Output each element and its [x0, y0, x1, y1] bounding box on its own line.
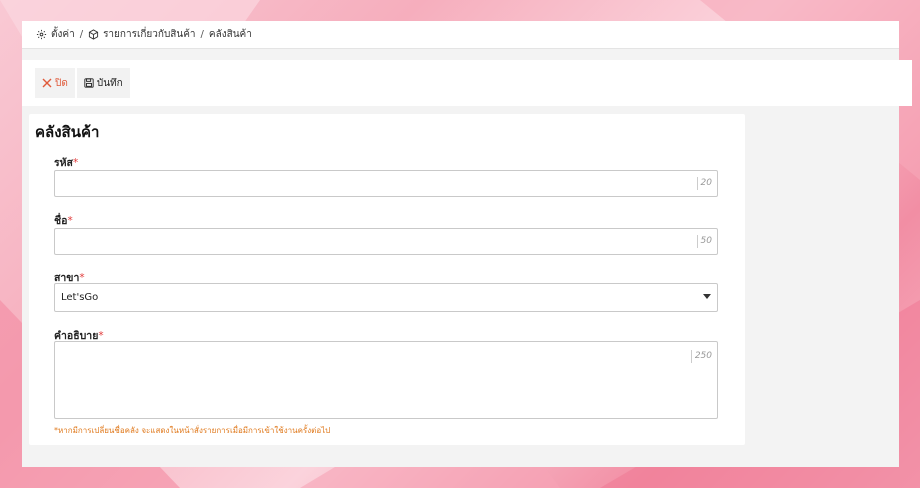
- code-label: รหัส*: [54, 154, 78, 171]
- name-input[interactable]: [55, 229, 675, 254]
- required-marker: *: [72, 157, 79, 169]
- required-marker: *: [67, 215, 73, 227]
- breadcrumb: ตั้งค่า / รายการเกี่ยวกับสินค้า / คลังสิ…: [22, 21, 899, 49]
- code-label-text: รหัส: [54, 157, 73, 169]
- code-field[interactable]: 20: [54, 170, 718, 197]
- floppy-disk-icon: [84, 78, 94, 88]
- toolbar: ปิด บันทึก: [22, 60, 912, 106]
- box-icon: [88, 29, 99, 40]
- code-max-length: 20: [696, 177, 712, 190]
- save-button[interactable]: บันทึก: [76, 68, 130, 98]
- close-icon: [42, 78, 52, 88]
- gear-icon: [36, 29, 47, 40]
- form-card: คลังสินค้า รหัส* 20 ชื่อ* 50 สาขา* Let's…: [29, 114, 745, 445]
- save-button-label: บันทึก: [96, 77, 123, 89]
- breadcrumb-current: คลังสินค้า: [208, 29, 252, 40]
- rename-hint: *หากมีการเปลี่ยนชื่อคลัง จะแสดงในหน้าสั่…: [54, 426, 331, 435]
- description-textarea[interactable]: [55, 342, 675, 418]
- name-label: ชื่อ*: [54, 212, 73, 229]
- breadcrumb-settings-label: ตั้งค่า: [51, 29, 75, 40]
- name-label-text: ชื่อ: [54, 215, 68, 227]
- breadcrumb-settings[interactable]: ตั้งค่า: [36, 27, 75, 42]
- breadcrumb-products[interactable]: รายการเกี่ยวกับสินค้า: [88, 27, 196, 42]
- breadcrumb-separator: /: [79, 29, 84, 40]
- branch-select[interactable]: Let'sGo: [54, 283, 718, 312]
- name-field[interactable]: 50: [54, 228, 718, 255]
- branch-selected-value: Let'sGo: [61, 292, 99, 303]
- description-max-length: 250: [690, 350, 712, 363]
- caret-down-icon: [703, 294, 711, 299]
- app-window: ตั้งค่า / รายการเกี่ยวกับสินค้า / คลังสิ…: [22, 21, 912, 467]
- description-field[interactable]: 250: [54, 341, 718, 419]
- page-title: คลังสินค้า: [35, 123, 100, 141]
- close-button-label: ปิด: [55, 77, 68, 89]
- close-button[interactable]: ปิด: [35, 68, 75, 98]
- breadcrumb-products-label: รายการเกี่ยวกับสินค้า: [103, 29, 196, 40]
- code-input[interactable]: [55, 171, 675, 196]
- breadcrumb-separator: /: [200, 29, 204, 40]
- name-max-length: 50: [696, 235, 712, 248]
